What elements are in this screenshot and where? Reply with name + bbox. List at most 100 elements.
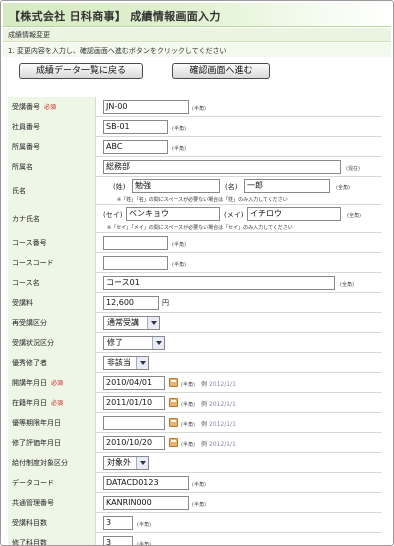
jukou-kamoku-input[interactable]: 3 [103,516,133,530]
form-row-jukou-bangou: 受講番号 必須 JN-00 (半角) [8,97,382,117]
shuuryou-kamoku-input[interactable]: 3 [103,536,133,545]
field-label: 共通管理番号 [8,493,96,513]
proceed-to-confirm-button[interactable]: 確認画面へ進む [172,63,270,79]
sei-kana-label: (セイ) [103,211,123,219]
format-hint: (混在) [346,166,360,172]
back-to-list-button[interactable]: 成績データ一覧に戻る [19,63,143,79]
form-row-saijukou: 再受講区分 通常受講 [8,313,382,333]
format-hint: (半角) [172,126,186,132]
form-row-data-code: データコード DATACD0123 (半角) [8,473,382,493]
course-mei-input[interactable]: コース01 [103,276,335,290]
calendar-icon[interactable] [169,378,178,387]
instruction-bar: 1. 変更内容を入力し、確認画面へ進むボタンをクリックしてください [3,43,391,57]
field-label: データコード [8,473,96,493]
field-label: 修了科目数 [8,533,96,545]
sei-label: (姓) [113,183,126,191]
field-label: カナ氏名 [8,205,96,233]
required-mark: 必須 [44,104,57,111]
section-subtitle-text: 成績情報変更 [8,31,50,39]
date-example: 例 2012/1/1 [201,421,236,428]
shimei-note: ※「姓」「名」の間にスペースが必要ない場合は「姓」のみ入力してください [117,197,288,203]
mei-label: (名) [225,183,238,191]
course-bangou-input[interactable] [103,236,168,250]
required-mark: 必須 [51,380,64,387]
shimei-sei-input[interactable]: 勉強 [132,179,220,193]
form-row-jukou-joukyou: 受講状況区分 修了 [8,333,382,353]
format-hint: (半角) [181,442,195,448]
window-frame: 【株式会社 日科商事】 成績情報画面入力 成績情報変更 1. 変更内容を入力し、… [0,0,394,546]
date-example: 例 2012/1/1 [201,401,236,408]
field-label: コース番号 [8,233,96,253]
form-row-shozoku-mei: 所属名 総務部 (混在) [8,157,382,177]
chevron-down-icon [136,357,148,369]
calendar-icon[interactable] [169,438,178,447]
yuutou-select[interactable]: 非該当 [103,356,149,370]
field-label: 所属名 [8,157,96,177]
field-label: 再受講区分 [8,313,96,333]
form-row-jukou-kamoku: 受講科目数 3 (半角) [8,513,382,533]
shain-bangou-input[interactable]: SB-01 [103,120,168,134]
required-mark: 必須 [51,400,64,407]
jukou-bangou-input[interactable]: JN-00 [103,100,189,114]
field-label: 氏名 [8,177,96,205]
format-hint: (半角) [172,242,186,248]
format-hint: (半角) [181,422,195,428]
form-row-shozoku-bangou: 所属番号 ABC (半角) [8,137,382,157]
saijukou-select[interactable]: 通常受講 [103,316,160,330]
format-hint: (半角) [137,542,151,546]
format-hint: (半角) [192,502,206,508]
form-row-course-mei: コース名 コース01 (全角) [8,273,382,293]
chevron-down-icon [136,457,148,469]
zaiseki-date-input[interactable]: 2011/01/10 [103,396,165,410]
format-hint: (全角) [336,185,350,191]
chevron-down-icon [147,317,159,329]
format-hint: (半角) [181,382,195,388]
format-hint: (半角) [181,402,195,408]
date-example: 例 2012/1/1 [201,381,236,388]
data-code-input[interactable]: DATACD0123 [103,476,189,490]
shozoku-bangou-input[interactable]: ABC [103,140,168,154]
kana-sei-input[interactable]: ベンキョウ [126,207,220,221]
shimei-mei-input[interactable]: 一郎 [244,179,330,193]
format-hint: (半角) [172,262,186,268]
yuutou-kigen-date-input[interactable] [103,416,165,430]
form-row-kyoutsuu-kanri: 共通管理番号 KANRIN000 (半角) [8,493,382,513]
kana-mei-input[interactable]: イチロウ [247,207,341,221]
instruction-text: 1. 変更内容を入力し、確認画面へ進むボタンをクリックしてください [8,47,227,55]
form-row-kaikou: 開講年月日 必須 2010/04/01 (半角) 例 2012/1/1 [8,373,382,393]
shuuryou-date-input[interactable]: 2010/10/20 [103,436,165,450]
yen-unit: 円 [162,299,169,307]
page-title: 【株式会社 日科商事】 成績情報画面入力 [9,10,221,23]
jukouryou-input[interactable]: 12,600 [103,296,159,310]
section-subtitle: 成績情報変更 [3,28,391,42]
format-hint: (半角) [192,106,206,112]
form-row-yuutou-kigen: 優等期限年月日 (半角) 例 2012/1/1 [8,413,382,433]
field-label: 開講年月日 必須 [8,373,96,393]
format-hint: (半角) [192,482,206,488]
chevron-down-icon [152,337,164,349]
field-label: 受講番号 必須 [8,97,96,117]
kana-note: ※「セイ」「メイ」の間にスペースが必要ない場合は「セイ」のみ入力してください [107,225,293,231]
field-label: 優秀修了者 [8,353,96,373]
kaikou-date-input[interactable]: 2010/04/01 [103,376,165,390]
field-label: 受講科目数 [8,513,96,533]
form-row-shimei: 氏名 (姓) 勉強 (名) 一郎 (全角) ※「姓」「名」の間にスペースが必要な… [8,177,382,205]
field-label: 在籍年月日 必須 [8,393,96,413]
field-label: 社員番号 [8,117,96,137]
format-hint: (半角) [172,146,186,152]
kyuufu-select[interactable]: 対象外 [103,456,149,470]
form-row-yuutou: 優秀修了者 非該当 [8,353,382,373]
shozoku-mei-input[interactable]: 総務部 [103,160,341,174]
field-label: コース名 [8,273,96,293]
calendar-icon[interactable] [169,398,178,407]
title-bar: 【株式会社 日科商事】 成績情報画面入力 [3,3,391,27]
date-example: 例 2012/1/1 [201,441,236,448]
calendar-icon[interactable] [169,418,178,427]
form-row-course-bangou: コース番号 (半角) [8,233,382,253]
form-row-shain-bangou: 社員番号 SB-01 (半角) [8,117,382,137]
mei-kana-label: (メイ) [224,211,244,219]
kyoutsuu-kanri-input[interactable]: KANRIN000 [103,496,189,510]
format-hint: (全角) [340,282,354,288]
course-code-input[interactable] [103,256,168,270]
jukou-joukyou-select[interactable]: 修了 [103,336,165,350]
